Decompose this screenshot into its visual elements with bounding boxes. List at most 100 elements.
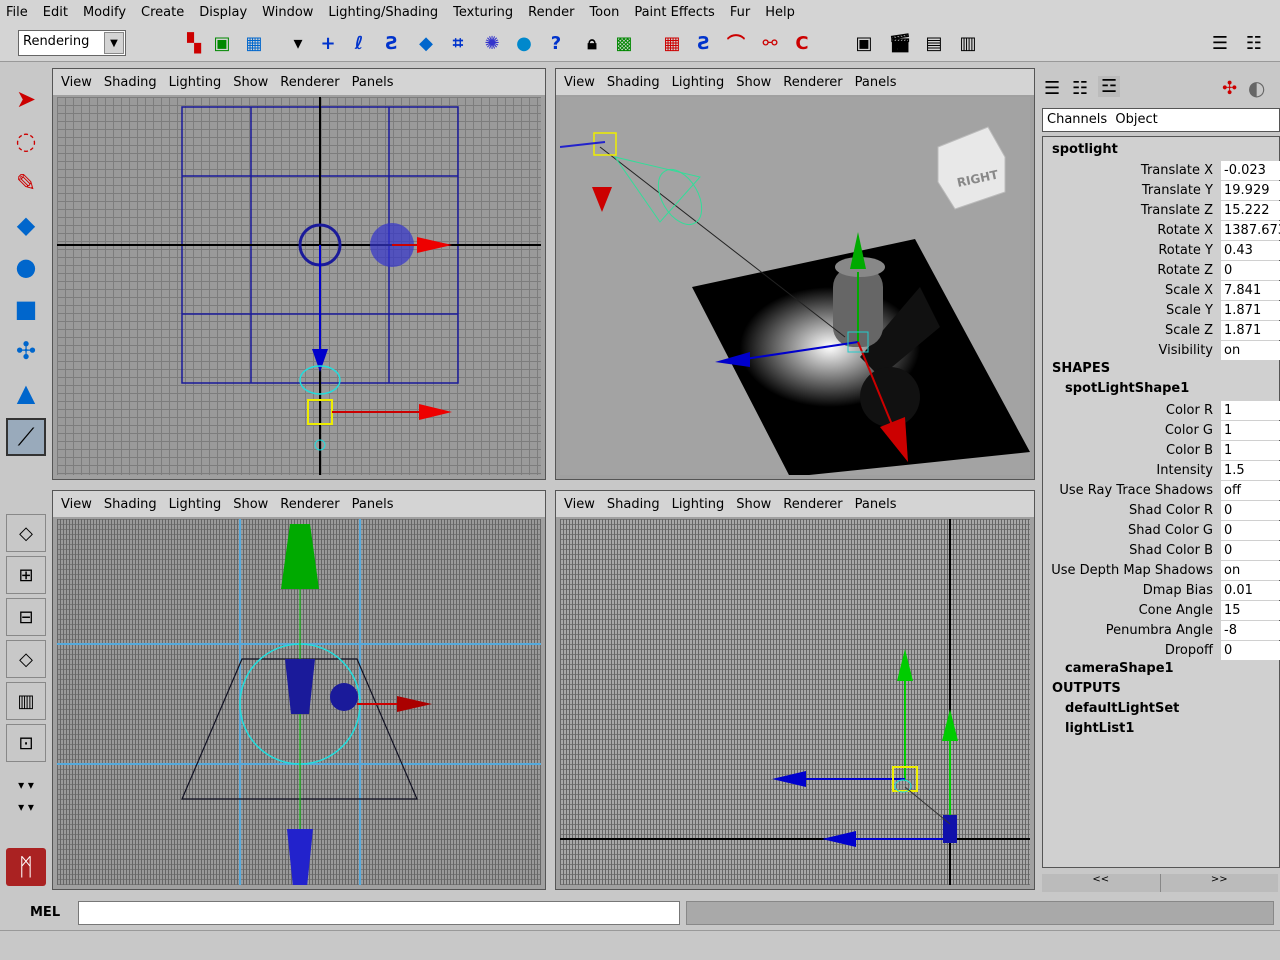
vp-menu-lighting[interactable]: Lighting (169, 497, 222, 512)
channel-label[interactable]: Scale X (1165, 283, 1213, 298)
vp-menu-shading[interactable]: Shading (104, 497, 157, 512)
vp-menu-show[interactable]: Show (736, 75, 771, 90)
vp-menu-panels[interactable]: Panels (352, 497, 394, 512)
layout-single-icon[interactable]: ◇ (6, 514, 46, 552)
vp-menu-renderer[interactable]: Renderer (280, 497, 339, 512)
menu-window[interactable]: Window (262, 5, 313, 20)
vp-menu-renderer[interactable]: Renderer (783, 497, 842, 512)
lock-icon[interactable]: 🔒︎ (578, 30, 606, 56)
vp-menu-show[interactable]: Show (736, 497, 771, 512)
viewport-canvas[interactable]: RIGHT (560, 97, 1030, 475)
channel-label[interactable]: Translate Y (1142, 183, 1213, 198)
menu-toon[interactable]: Toon (589, 5, 619, 20)
input-icon[interactable]: Ƨ (690, 30, 718, 56)
output-light-list[interactable]: lightList1 (1065, 721, 1134, 736)
channels-menu[interactable]: Channels (1047, 112, 1107, 127)
layout-graph-icon[interactable]: ◇ (6, 640, 46, 678)
channel-value-field[interactable]: 0.01 (1221, 581, 1280, 600)
lasso-tool-icon[interactable]: ◌ (6, 122, 46, 160)
scale-tool-icon[interactable]: ■ (6, 290, 46, 328)
connect-icon[interactable]: ⚯ (756, 30, 784, 56)
channel-label[interactable]: Color B (1166, 443, 1213, 458)
viewport-canvas[interactable] (57, 519, 541, 885)
vp-menu-shading[interactable]: Shading (607, 497, 660, 512)
channel-label[interactable]: Color R (1166, 403, 1213, 418)
channel-value-field[interactable]: 19.929 (1221, 181, 1280, 200)
menu-create[interactable]: Create (141, 5, 184, 20)
light-icon[interactable]: ✺ (478, 30, 506, 56)
mel-input[interactable] (78, 901, 680, 925)
channel-label[interactable]: Rotate X (1157, 223, 1213, 238)
viewport-top[interactable]: View Shading Lighting Show Renderer Panels (52, 68, 546, 480)
render-frame-icon[interactable]: 🎬︎ (886, 30, 914, 56)
channel-label[interactable]: Rotate Z (1157, 263, 1213, 278)
rotate-tool-icon[interactable]: ● (6, 248, 46, 286)
viewport-persp[interactable]: View Shading Lighting Show Renderer Panels RI… (555, 68, 1035, 480)
channel-row[interactable]: Shad Color R 0 (1047, 501, 1280, 521)
channel-row[interactable]: Rotate X 1387.673 (1047, 221, 1280, 241)
channel-row[interactable]: Translate Z 15.222 (1047, 201, 1280, 221)
channel-label[interactable]: Intensity (1156, 463, 1213, 478)
channel-value-field[interactable]: 1.871 (1221, 301, 1280, 320)
channel-value-field[interactable]: 1387.673 (1221, 221, 1280, 240)
dropdown-icon[interactable]: ▾ (284, 30, 312, 56)
channel-label[interactable]: Shad Color R (1129, 503, 1213, 518)
layer-editor-icon[interactable]: ☷ (1072, 78, 1088, 99)
magnet-icon[interactable]: C (788, 30, 816, 56)
shading-icon[interactable]: ◐ (1248, 76, 1265, 100)
vp-menu-show[interactable]: Show (233, 497, 268, 512)
sphere-icon[interactable]: ● (510, 30, 538, 56)
vp-menu-lighting[interactable]: Lighting (672, 497, 725, 512)
vp-menu-view[interactable]: View (61, 497, 92, 512)
channel-row[interactable]: Translate Y 19.929 (1047, 181, 1280, 201)
camera-shape-name[interactable]: cameraShape1 (1065, 661, 1174, 676)
channel-row[interactable]: Penumbra Angle -8 (1047, 621, 1280, 641)
channel-label[interactable]: Use Ray Trace Shadows (1059, 483, 1213, 498)
scroll-left-button[interactable]: << (1042, 874, 1160, 892)
move-tool-icon[interactable]: ◆ (6, 206, 46, 244)
vp-menu-show[interactable]: Show (233, 75, 268, 90)
channel-row[interactable]: Color R 1 (1047, 401, 1280, 421)
manipulator-icon[interactable]: ✣ (6, 332, 46, 370)
ipr-render-icon[interactable]: ▤ (920, 30, 948, 56)
select-object-icon[interactable]: ▣ (208, 30, 236, 56)
vp-menu-view[interactable]: View (564, 75, 595, 90)
menu-lighting-shading[interactable]: Lighting/Shading (328, 5, 438, 20)
channel-box-icon[interactable]: ☰ (1044, 78, 1060, 99)
vp-menu-renderer[interactable]: Renderer (280, 75, 339, 90)
channel-value-field[interactable]: 15 (1221, 601, 1280, 620)
show-manipulator-icon[interactable]: ⟋ (6, 418, 46, 456)
channel-row[interactable]: Dropoff 0 (1047, 641, 1280, 661)
vp-menu-panels[interactable]: Panels (855, 497, 897, 512)
snap-point-icon[interactable]: Ƨ (378, 30, 406, 56)
viewport-canvas[interactable] (560, 519, 1030, 885)
vp-menu-lighting[interactable]: Lighting (169, 75, 222, 90)
layout-four-icon[interactable]: ⊞ (6, 556, 46, 594)
viewport-front[interactable]: View Shading Lighting Show Renderer Panels (52, 490, 546, 890)
channel-label[interactable]: Translate Z (1141, 203, 1213, 218)
channel-row[interactable]: Translate X -0.023 (1047, 161, 1280, 181)
channel-row[interactable]: Use Ray Trace Shadows off (1047, 481, 1280, 501)
output-default-light-set[interactable]: defaultLightSet (1065, 701, 1179, 716)
channel-value-field[interactable]: 1 (1221, 441, 1280, 460)
channel-row[interactable]: Cone Angle 15 (1047, 601, 1280, 621)
channel-label[interactable]: Shad Color G (1128, 523, 1213, 538)
channel-value-field[interactable]: 1.871 (1221, 321, 1280, 340)
channel-row[interactable]: Intensity 1.5 (1047, 461, 1280, 481)
channel-label[interactable]: Penumbra Angle (1106, 623, 1213, 638)
channel-label[interactable]: Use Depth Map Shadows (1051, 563, 1213, 578)
channel-value-field[interactable]: 1 (1221, 421, 1280, 440)
layout-hypershade-icon[interactable]: ▥ (6, 682, 46, 720)
channel-value-field[interactable]: 0 (1221, 261, 1280, 280)
channel-label[interactable]: Visibility (1159, 343, 1213, 358)
menu-display[interactable]: Display (199, 5, 247, 20)
select-hierarchy-icon[interactable]: ▚ (180, 30, 208, 56)
channel-row[interactable]: Shad Color G 0 (1047, 521, 1280, 541)
shape-name[interactable]: spotLightShape1 (1065, 381, 1189, 396)
snap-plane-icon[interactable]: ⌗ (444, 30, 472, 56)
channel-label[interactable]: Cone Angle (1139, 603, 1213, 618)
channel-label[interactable]: Scale Z (1165, 323, 1213, 338)
channel-layer-icon[interactable]: ☲ (1098, 76, 1121, 97)
channel-row[interactable]: Scale Z 1.871 (1047, 321, 1280, 341)
channel-label[interactable]: Scale Y (1166, 303, 1213, 318)
